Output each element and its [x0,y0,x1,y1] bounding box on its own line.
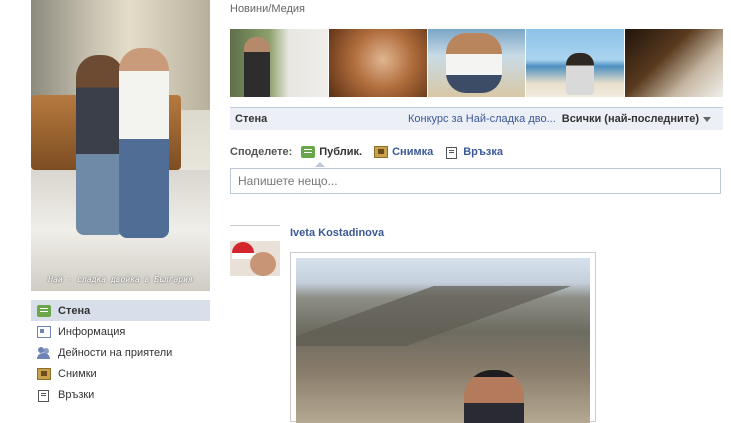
share-photo-tab[interactable]: Снимка [374,146,433,158]
photo-strip [230,29,723,97]
strip-photo[interactable] [427,29,526,97]
share-status-tab[interactable]: Публик. [301,146,362,158]
sidebar-item-label: Връзки [58,388,95,401]
strip-photo[interactable] [526,29,625,97]
share-option-label: Връзка [463,146,504,158]
profile-picture[interactable]: Най - сладка двойка в България [31,0,210,291]
link-icon [445,146,459,159]
links-icon [37,389,51,402]
strip-photo[interactable] [625,29,723,97]
sidebar-item-info[interactable]: Информация [31,321,210,342]
chevron-down-icon [703,116,711,122]
share-bar: Споделете: Публик. Снимка Връзка [230,143,515,167]
wall-filter-dropdown[interactable]: Всички (най-последните) [562,113,711,125]
wall-header-right: Конкурс за Най-сладка дво... Всички (най… [408,113,723,125]
profile-photo-person [76,55,124,235]
strip-photo[interactable] [328,29,427,97]
wall-title: Стена [235,113,268,125]
photo-icon [374,146,389,158]
contest-link[interactable]: Конкурс за Най-сладка дво... [408,113,556,125]
status-icon [301,146,316,158]
sidebar-item-links[interactable]: Връзки [31,384,210,405]
sidebar-item-label: Снимки [58,367,97,380]
status-composer-input[interactable] [230,168,721,194]
sidebar-item-label: Дейности на приятели [58,346,173,359]
post-photo-image [296,258,590,423]
share-option-label: Публик. [319,146,363,158]
post-photo[interactable] [290,252,596,423]
share-label: Споделете: [230,146,293,158]
sidebar-item-label: Стена [58,304,91,317]
share-option-label: Снимка [392,146,434,158]
profile-photo-caption: Най - сладка двойка в България [48,275,193,284]
post-author-avatar[interactable] [230,225,280,276]
caret-up-icon [315,162,325,167]
wall-header-bar: Стена Конкурс за Най-сладка дво... Всичк… [230,107,723,130]
sidebar-nav: Стена Информация Дейности на приятели Сн… [31,300,210,405]
avatar-face [250,252,276,276]
post-author-name[interactable]: Iveta Kostadinova [290,227,384,239]
sidebar-item-photos[interactable]: Снимки [31,363,210,384]
sidebar-item-wall[interactable]: Стена [31,300,210,321]
photo-person [464,370,524,423]
profile-photo-person [119,48,169,238]
strip-photo[interactable] [230,29,328,97]
photos-icon [37,367,51,380]
wall-icon [37,304,51,317]
share-link-tab[interactable]: Връзка [445,146,504,159]
wall-filter-label: Всички (най-последните) [561,113,699,125]
info-icon [37,325,51,338]
mountain-ridge [296,286,590,346]
friends-icon [37,346,51,359]
sidebar-item-label: Информация [58,325,126,338]
sidebar-item-friend-activity[interactable]: Дейности на приятели [31,342,210,363]
breadcrumb[interactable]: Новини/Медия [230,3,305,15]
